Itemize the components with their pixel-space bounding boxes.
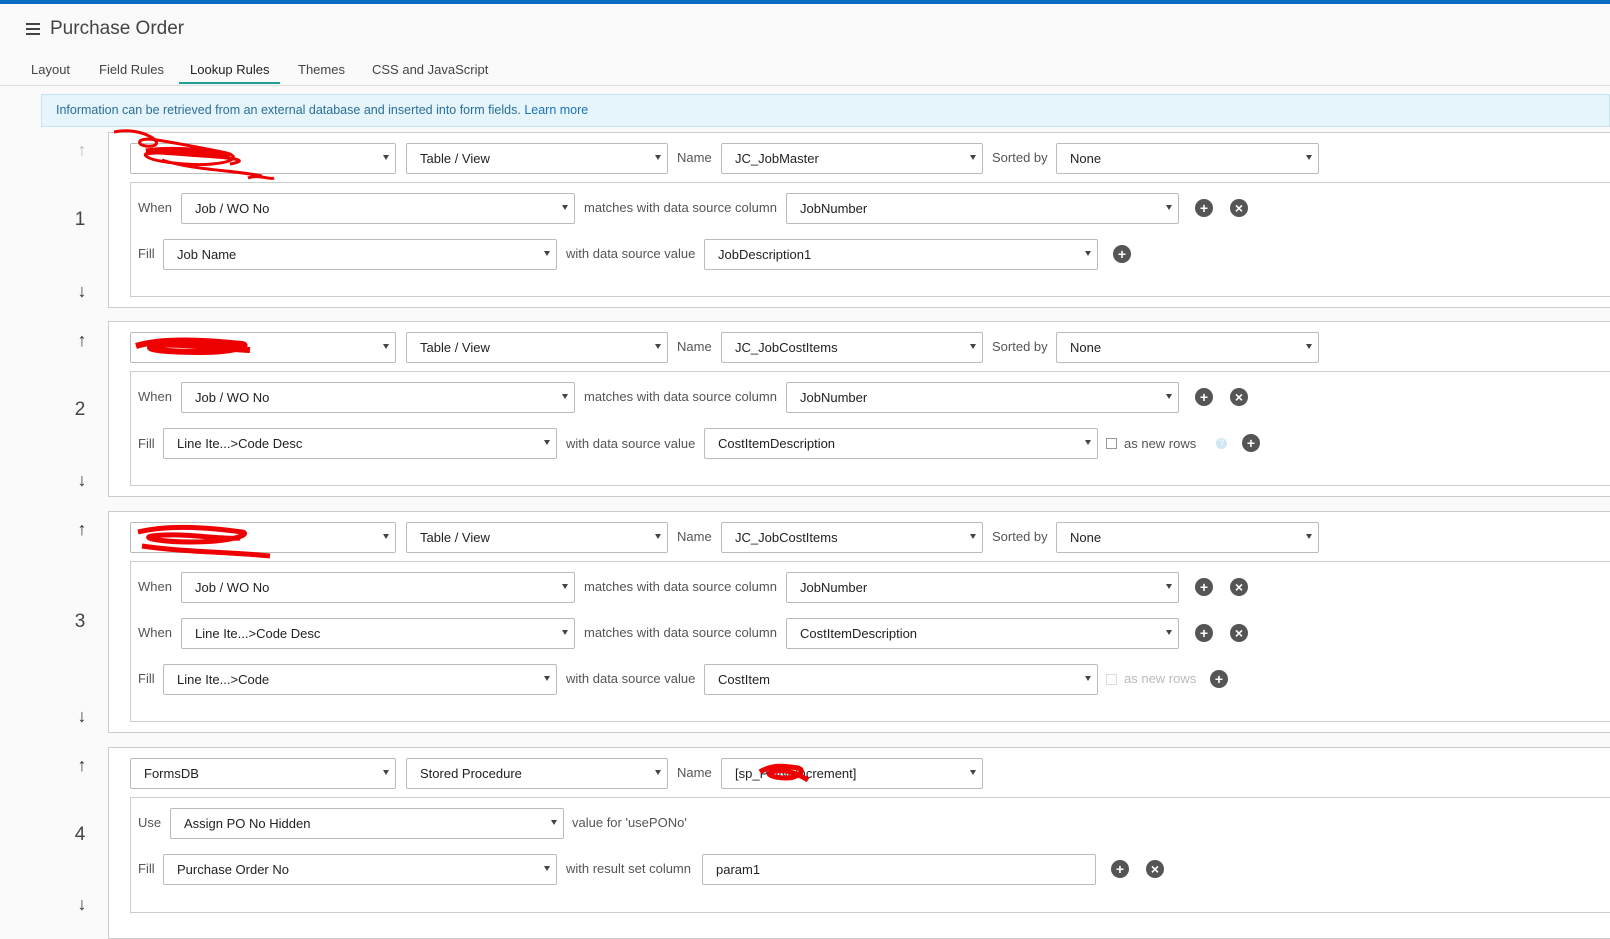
when-label: When — [138, 389, 172, 404]
when-label: When — [138, 579, 172, 594]
when-field-select[interactable]: Job / WO No — [181, 382, 575, 413]
tab-lookup-rules[interactable]: Lookup Rules — [179, 62, 280, 84]
page-header: Purchase Order — [26, 18, 184, 40]
x-circle-icon[interactable]: × — [1230, 624, 1248, 642]
x-circle-icon[interactable]: × — [1230, 388, 1248, 406]
as-new-rows-checkbox[interactable] — [1106, 438, 1117, 449]
source-type-select[interactable]: Stored Procedure — [406, 758, 668, 789]
arrow-up-icon: ↑ — [77, 140, 87, 160]
sorted-by-label: Sorted by — [992, 339, 1048, 354]
rule-number: 2 — [74, 399, 86, 420]
with-value-label: with data source value — [566, 671, 696, 686]
x-circle-icon[interactable]: × — [1230, 199, 1248, 217]
sorted-by-label: Sorted by — [992, 529, 1048, 544]
matches-label: matches with data source column — [584, 625, 777, 640]
fill-value-select[interactable]: CostItemDescription — [704, 428, 1098, 459]
x-circle-icon[interactable]: × — [1146, 860, 1164, 878]
name-label: Name — [677, 339, 712, 354]
with-value-label: with data source value — [566, 436, 696, 451]
plus-circle-icon[interactable]: + — [1113, 245, 1131, 263]
page-title: Purchase Order — [50, 18, 185, 39]
fill-label: Fill — [138, 861, 155, 876]
name-label: Name — [677, 529, 712, 544]
fill-value-select[interactable]: CostItem — [704, 664, 1098, 695]
table-name-select[interactable]: JC_JobCostItems — [721, 522, 983, 553]
fill-field-select[interactable]: Line Ite...>Code Desc — [163, 428, 557, 459]
source-type-select[interactable]: Table / View — [406, 332, 668, 363]
with-result-label: with result set column — [566, 861, 691, 876]
sorted-by-select[interactable]: None — [1056, 143, 1319, 174]
source-type-select[interactable]: Table / View — [406, 143, 668, 174]
tab-layout[interactable]: Layout — [31, 62, 70, 82]
fill-label: Fill — [138, 671, 155, 686]
arrow-up-icon[interactable]: ↑ — [72, 330, 92, 351]
result-column-input[interactable]: param1 — [702, 854, 1096, 885]
when-field-select[interactable]: Job / WO No — [181, 572, 575, 603]
sorted-by-select[interactable]: None — [1056, 332, 1319, 363]
plus-circle-icon[interactable]: + — [1195, 199, 1213, 217]
with-value-label: with data source value — [566, 246, 696, 261]
rule-number: 1 — [74, 209, 86, 230]
rule-number: 3 — [74, 611, 86, 632]
plus-circle-icon[interactable]: + — [1111, 860, 1129, 878]
when-field-select[interactable]: Line Ite...>Code Desc — [181, 618, 575, 649]
data-source-select[interactable] — [130, 143, 396, 174]
arrow-down-icon[interactable]: ↓ — [72, 281, 92, 302]
info-text: Information can be retrieved from an ext… — [56, 103, 521, 117]
use-value-label: value for 'usePONo' — [572, 815, 687, 830]
tab-themes[interactable]: Themes — [298, 62, 345, 82]
arrow-down-icon[interactable]: ↓ — [72, 706, 92, 727]
help-icon[interactable]: ? — [1216, 438, 1227, 449]
data-source-select[interactable]: FormsDB — [130, 758, 396, 789]
rule-number: 4 — [74, 824, 86, 845]
matches-label: matches with data source column — [584, 200, 777, 215]
use-label: Use — [138, 815, 162, 830]
sorted-by-select[interactable]: None — [1056, 522, 1319, 553]
match-column-select[interactable]: JobNumber — [786, 572, 1179, 603]
matches-label: matches with data source column — [584, 579, 777, 594]
fill-field-select[interactable]: Line Ite...>Code — [163, 664, 557, 695]
as-new-rows-checkbox — [1106, 674, 1117, 685]
plus-circle-icon[interactable]: + — [1195, 624, 1213, 642]
source-type-select[interactable]: Table / View — [406, 522, 668, 553]
fill-label: Fill — [138, 246, 155, 261]
plus-circle-icon[interactable]: + — [1242, 434, 1260, 452]
arrow-up-icon[interactable]: ↑ — [72, 519, 92, 540]
arrow-down-icon[interactable]: ↓ — [72, 894, 92, 915]
as-new-rows-label: as new rows — [1124, 436, 1197, 451]
when-label: When — [138, 200, 172, 215]
match-column-select[interactable]: CostItemDescription — [786, 618, 1179, 649]
tab-bar: Layout Field Rules Lookup Rules Themes C… — [0, 60, 1610, 86]
fill-value-select[interactable]: JobDescription1 — [704, 239, 1098, 270]
plus-circle-icon[interactable]: + — [1210, 670, 1228, 688]
fill-field-select[interactable]: Job Name — [163, 239, 557, 270]
hamburger-icon[interactable] — [26, 23, 40, 35]
fill-label: Fill — [138, 436, 155, 451]
name-label: Name — [677, 765, 712, 780]
arrow-down-icon[interactable]: ↓ — [72, 470, 92, 491]
info-banner: Information can be retrieved from an ext… — [41, 94, 1610, 127]
matches-label: matches with data source column — [584, 389, 777, 404]
plus-circle-icon[interactable]: + — [1195, 388, 1213, 406]
procedure-name-select[interactable]: [sp_PONoIncrement] — [721, 758, 983, 789]
when-label: When — [138, 625, 172, 640]
fill-field-select[interactable]: Purchase Order No — [163, 854, 557, 885]
plus-circle-icon[interactable]: + — [1195, 578, 1213, 596]
table-name-select[interactable]: JC_JobMaster — [721, 143, 983, 174]
table-name-select[interactable]: JC_JobCostItems — [721, 332, 983, 363]
use-field-select[interactable]: Assign PO No Hidden — [170, 808, 564, 839]
when-field-select[interactable]: Job / WO No — [181, 193, 575, 224]
match-column-select[interactable]: JobNumber — [786, 382, 1179, 413]
tab-field-rules[interactable]: Field Rules — [99, 62, 164, 82]
tab-css-javascript[interactable]: CSS and JavaScript — [372, 62, 488, 82]
as-new-rows-label: as new rows — [1124, 671, 1197, 686]
name-label: Name — [677, 150, 712, 165]
learn-more-link[interactable]: Learn more — [524, 103, 588, 117]
data-source-select[interactable] — [130, 332, 396, 363]
data-source-select[interactable] — [130, 522, 396, 553]
x-circle-icon[interactable]: × — [1230, 578, 1248, 596]
match-column-select[interactable]: JobNumber — [786, 193, 1179, 224]
sorted-by-label: Sorted by — [992, 150, 1048, 165]
arrow-up-icon[interactable]: ↑ — [72, 755, 92, 776]
